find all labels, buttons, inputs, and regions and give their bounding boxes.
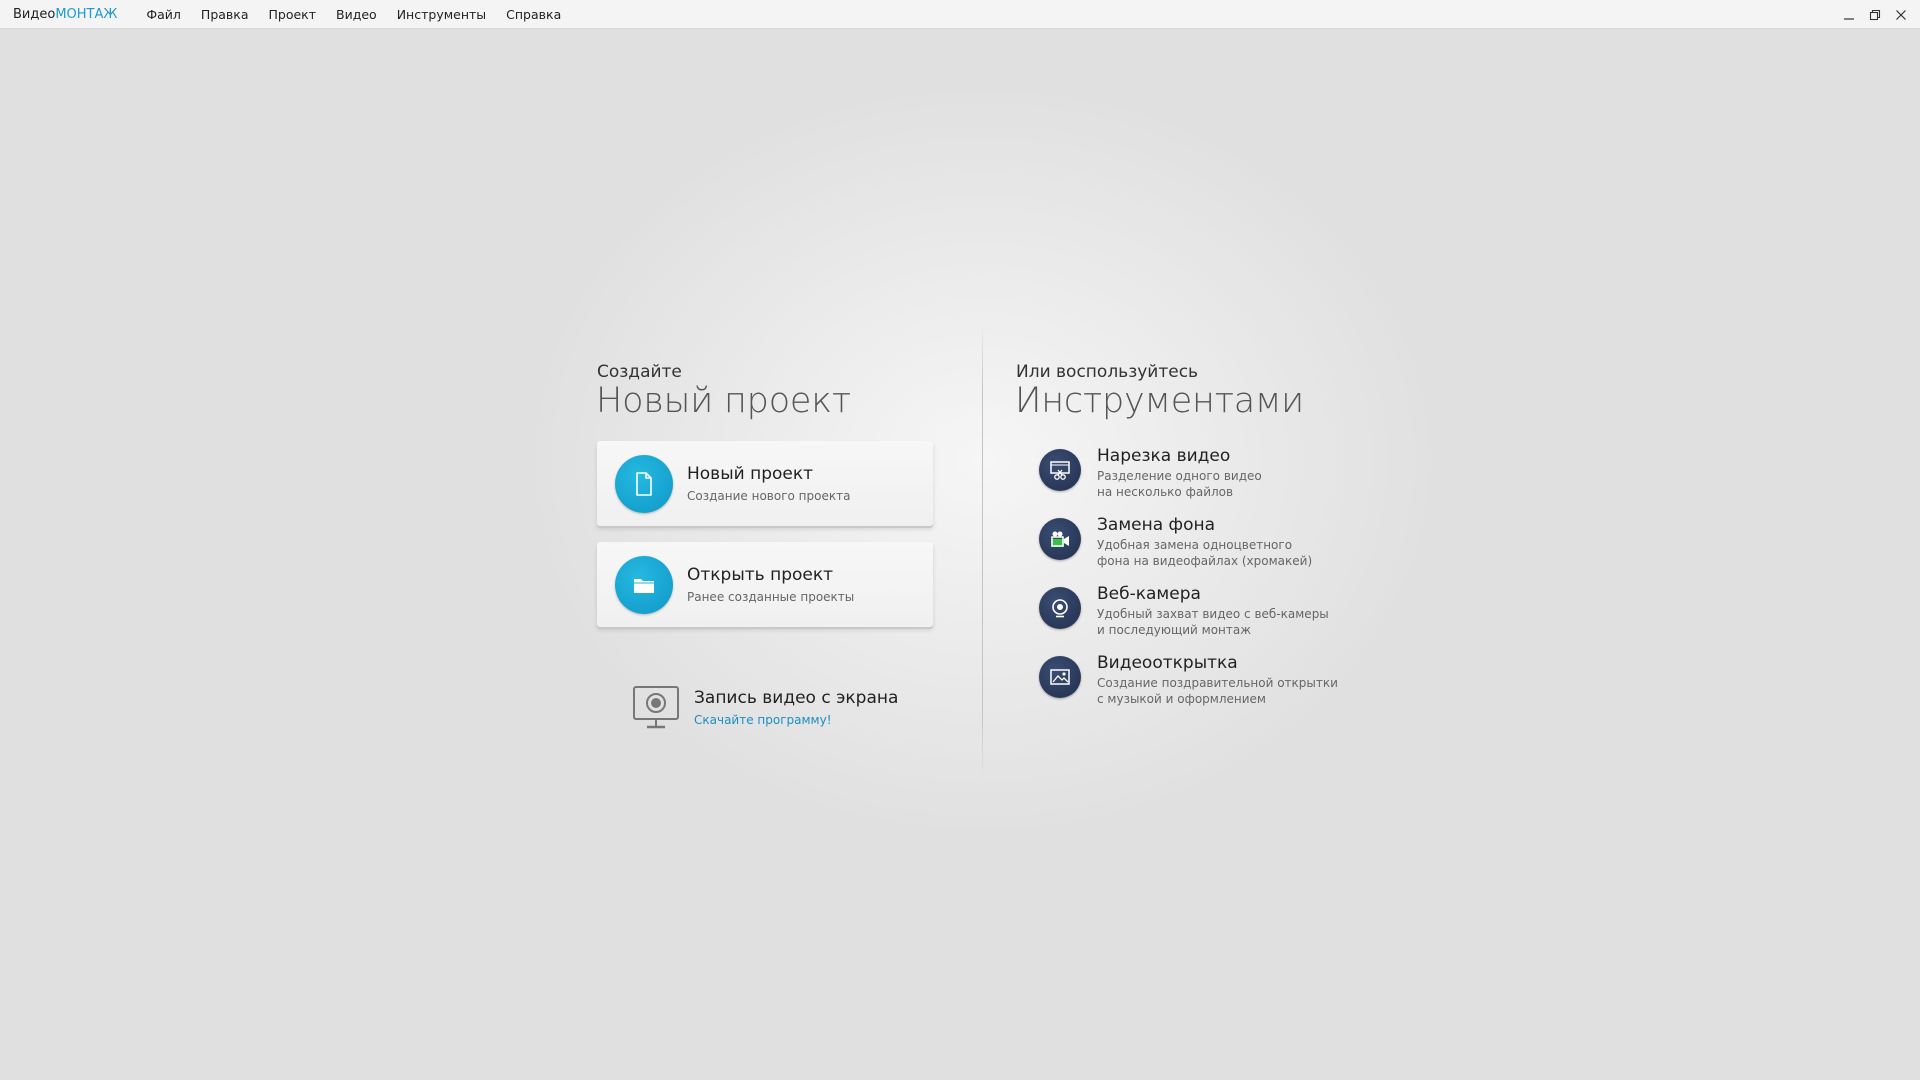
tool-postcard[interactable]: Видеооткрытка Создание поздравительной о…: [1039, 653, 1338, 707]
start-screen: Создайте Новый проект Новый проект Созда…: [0, 30, 1920, 1080]
new-project-subtitle: Создание нового проекта: [687, 489, 851, 503]
restore-button[interactable]: [1862, 0, 1888, 29]
screen-record-promo: Запись видео с экрана Скачайте программу…: [632, 685, 898, 731]
app-logo: ВидеоМОНТАЖ: [13, 6, 118, 22]
chroma-key-icon: [1039, 518, 1081, 560]
section-divider: [982, 322, 983, 779]
right-heading-small: Или воспользуйтесь: [1016, 362, 1199, 382]
minimize-icon: [1844, 17, 1854, 20]
window-controls: [1836, 0, 1920, 29]
download-program-link[interactable]: Скачайте программу!: [694, 713, 898, 727]
menu-help[interactable]: Справка: [496, 0, 571, 29]
restore-icon: [1869, 9, 1881, 20]
tool-webcam[interactable]: Веб-камера Удобный захват видео с веб-ка…: [1039, 584, 1329, 638]
menu-project[interactable]: Проект: [259, 0, 327, 29]
left-heading-big: Новый проект: [596, 381, 851, 421]
right-heading-big: Инструментами: [1015, 381, 1305, 421]
menu-video[interactable]: Видео: [326, 0, 387, 29]
postcard-icon: [1039, 656, 1081, 698]
tool-chroma-key[interactable]: Замена фона Удобная замена одноцветного …: [1039, 515, 1312, 569]
new-project-card[interactable]: Новый проект Создание нового проекта: [597, 441, 933, 526]
tool-webcam-desc: Удобный захват видео с веб-камеры и посл…: [1097, 607, 1329, 637]
tool-postcard-title: Видеооткрытка: [1097, 653, 1238, 673]
open-project-subtitle: Ранее созданные проекты: [687, 590, 855, 604]
left-heading-small: Создайте: [597, 362, 682, 382]
menu-file[interactable]: Файл: [136, 0, 191, 29]
tool-video-cut-title: Нарезка видео: [1097, 446, 1231, 466]
tool-video-cut-desc: Разделение одного видео на несколько фай…: [1097, 469, 1262, 499]
tool-chroma-key-desc: Удобная замена одноцветного фона на виде…: [1097, 538, 1313, 568]
monitor-webcam-icon: [633, 686, 679, 729]
screen-record-title: Запись видео с экрана: [694, 688, 899, 708]
folder-icon: [615, 555, 673, 614]
new-project-title: Новый проект: [687, 464, 814, 484]
video-cut-icon: [1039, 449, 1081, 491]
document-icon: [615, 454, 673, 513]
menu-bar: Файл Правка Проект Видео Инструменты Спр…: [136, 0, 571, 29]
tool-chroma-key-title: Замена фона: [1097, 515, 1216, 535]
close-icon: [1896, 9, 1906, 20]
menu-edit[interactable]: Правка: [191, 0, 259, 29]
close-button[interactable]: [1888, 0, 1914, 29]
tool-video-cut[interactable]: Нарезка видео Разделение одного видео на…: [1039, 446, 1262, 500]
menu-tools[interactable]: Инструменты: [387, 0, 496, 29]
tool-webcam-title: Веб-камера: [1097, 584, 1201, 604]
tool-postcard-desc: Создание поздравительной открытки с музы…: [1097, 676, 1338, 706]
title-bar: ВидеоМОНТАЖ Файл Правка Проект Видео Инс…: [0, 0, 1920, 29]
open-project-title: Открыть проект: [687, 565, 834, 585]
open-project-card[interactable]: Открыть проект Ранее созданные проекты: [597, 542, 933, 627]
webcam-icon: [1039, 587, 1081, 629]
minimize-button[interactable]: [1836, 0, 1862, 29]
